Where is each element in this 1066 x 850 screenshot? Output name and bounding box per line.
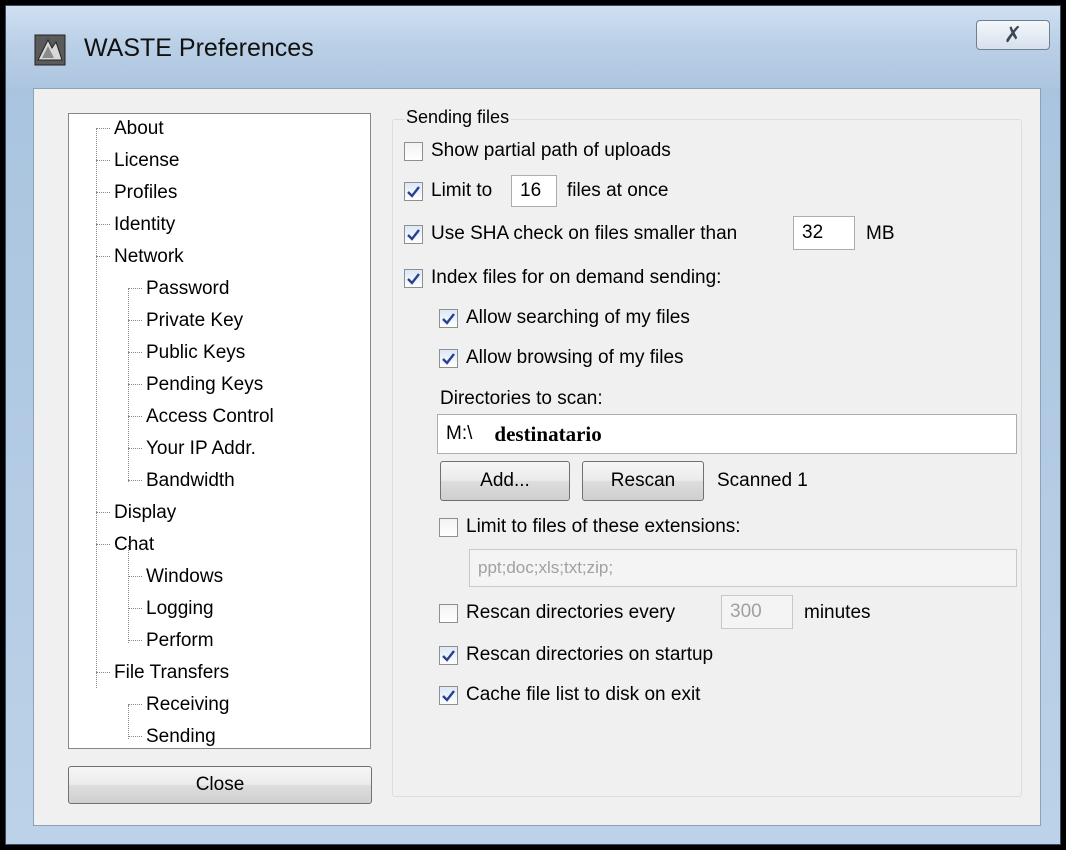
rescan-every-checkbox[interactable]: [439, 603, 458, 623]
rescan-every-suffix: minutes: [804, 602, 871, 623]
tree-item-sending[interactable]: Sending: [128, 722, 216, 751]
limit-files-label: Limit to: [431, 180, 493, 201]
title-bar[interactable]: WASTE Preferences ✗: [6, 6, 1060, 88]
scanned-status: Scanned 1: [717, 470, 808, 491]
show-partial-path-checkbox[interactable]: [404, 141, 423, 161]
close-button[interactable]: Close: [68, 766, 372, 804]
sha-unit-label: MB: [866, 223, 895, 244]
limit-files-checkbox[interactable]: [404, 181, 423, 201]
index-files-row[interactable]: Index files for on demand sending:: [404, 264, 721, 292]
sha-size-input[interactable]: 32: [793, 216, 855, 250]
directory-drive: M:\: [446, 423, 473, 444]
cache-list-checkbox[interactable]: [439, 685, 458, 705]
tree-item-file-transfers[interactable]: File Transfers: [96, 658, 229, 687]
index-files-label: Index files for on demand sending:: [431, 267, 722, 288]
tree-item-receiving[interactable]: Receiving: [128, 690, 229, 719]
sha-check-row: Use SHA check on files smaller than: [404, 220, 737, 248]
show-partial-path-row[interactable]: Show partial path of uploads: [404, 137, 671, 165]
tree-item-chat[interactable]: Chat: [96, 530, 154, 559]
rescan-startup-label: Rescan directories on startup: [466, 644, 714, 665]
limit-files-suffix: files at once: [567, 180, 669, 201]
allow-searching-row[interactable]: Allow searching of my files: [439, 304, 690, 332]
index-files-checkbox[interactable]: [404, 268, 423, 288]
limit-extensions-label: Limit to files of these extensions:: [466, 516, 741, 537]
group-title: Sending files: [404, 107, 512, 128]
sha-check-label: Use SHA check on files smaller than: [431, 223, 738, 244]
tree-item-perform[interactable]: Perform: [128, 626, 214, 655]
tree-item-windows[interactable]: Windows: [128, 562, 223, 591]
limit-extensions-row[interactable]: Limit to files of these extensions:: [439, 513, 741, 541]
show-partial-path-label: Show partial path of uploads: [431, 140, 671, 161]
tree-item-about[interactable]: About: [96, 114, 164, 143]
tree-item-logging[interactable]: Logging: [128, 594, 214, 623]
close-icon: ✗: [1003, 22, 1023, 47]
window-title: WASTE Preferences: [84, 34, 314, 62]
directory-name: destinatario: [494, 421, 602, 446]
allow-browsing-label: Allow browsing of my files: [466, 347, 684, 368]
waste-app-icon: [34, 34, 66, 66]
rescan-every-row: Rescan directories every: [439, 599, 675, 627]
tree-item-password[interactable]: Password: [128, 274, 229, 303]
client-area: About License Profiles Identity Network …: [33, 88, 1041, 826]
limit-extensions-checkbox[interactable]: [439, 517, 458, 537]
rescan-startup-row[interactable]: Rescan directories on startup: [439, 641, 713, 669]
rescan-interval-input[interactable]: 300: [721, 595, 793, 629]
tree-item-license[interactable]: License: [96, 146, 180, 175]
preferences-tree[interactable]: About License Profiles Identity Network …: [68, 113, 371, 749]
add-directory-button[interactable]: Add...: [440, 461, 570, 501]
tree-item-bandwidth[interactable]: Bandwidth: [128, 466, 235, 495]
tree-item-public-keys[interactable]: Public Keys: [128, 338, 245, 367]
tree-item-identity[interactable]: Identity: [96, 210, 175, 239]
directories-input[interactable]: M:\ destinatario: [437, 414, 1017, 454]
limit-files-input[interactable]: 16: [511, 175, 557, 207]
limit-files-row: Limit to: [404, 177, 492, 205]
allow-searching-checkbox[interactable]: [439, 308, 458, 328]
cache-list-row[interactable]: Cache file list to disk on exit: [439, 681, 700, 709]
cache-list-label: Cache file list to disk on exit: [466, 684, 701, 705]
tree-item-your-ip-addr[interactable]: Your IP Addr.: [128, 434, 256, 463]
rescan-startup-checkbox[interactable]: [439, 645, 458, 665]
directories-label: Directories to scan:: [440, 388, 603, 409]
allow-browsing-checkbox[interactable]: [439, 348, 458, 368]
rescan-button[interactable]: Rescan: [582, 461, 704, 501]
rescan-every-label: Rescan directories every: [466, 602, 676, 623]
preferences-window: WASTE Preferences ✗ About License Profil…: [5, 5, 1061, 845]
allow-browsing-row[interactable]: Allow browsing of my files: [439, 344, 684, 372]
tree-item-pending-keys[interactable]: Pending Keys: [128, 370, 263, 399]
tree-item-network[interactable]: Network: [96, 242, 184, 271]
extensions-input[interactable]: ppt;doc;xls;txt;zip;: [469, 549, 1017, 587]
window-close-button[interactable]: ✗: [976, 20, 1050, 50]
allow-searching-label: Allow searching of my files: [466, 307, 690, 328]
tree-item-private-key[interactable]: Private Key: [128, 306, 243, 335]
sha-check-checkbox[interactable]: [404, 224, 423, 244]
tree-item-profiles[interactable]: Profiles: [96, 178, 177, 207]
tree-item-access-control[interactable]: Access Control: [128, 402, 274, 431]
tree-item-display[interactable]: Display: [96, 498, 176, 527]
